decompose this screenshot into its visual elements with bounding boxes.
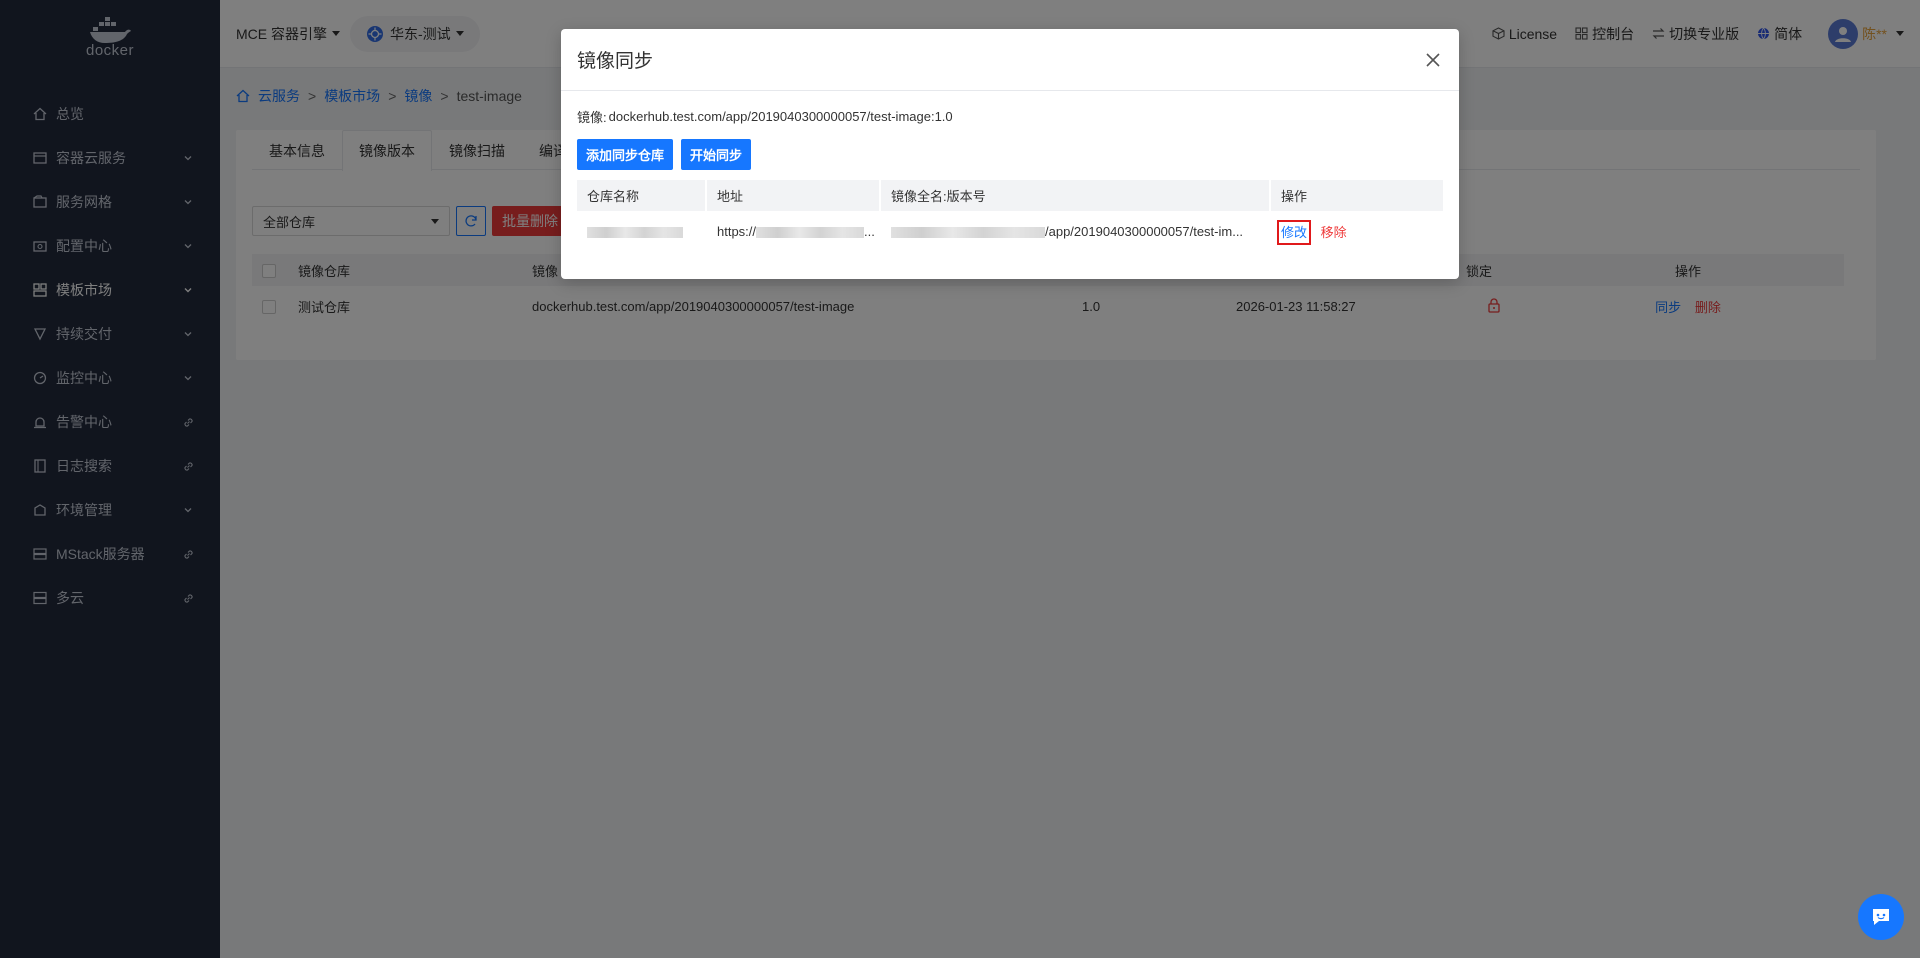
image-label: 镜像: bbox=[577, 109, 607, 125]
start-sync-button[interactable]: 开始同步 bbox=[681, 139, 752, 170]
remove-link[interactable]: 移除 bbox=[1321, 225, 1347, 240]
table-row: https://... /app/2019040300000057/test-i… bbox=[577, 211, 1443, 251]
cell-actions: 修改 移除 bbox=[1271, 211, 1443, 251]
modal-body: 镜像: dockerhub.test.com/app/2019040300000… bbox=[561, 91, 1459, 267]
image-value: dockerhub.test.com/app/2019040300000057/… bbox=[608, 108, 953, 124]
chat-support-button[interactable] bbox=[1858, 894, 1904, 940]
col-header-repo-name: 仓库名称 bbox=[577, 180, 707, 211]
col-header-address: 地址 bbox=[707, 180, 881, 211]
table-header-row: 仓库名称 地址 镜像全名:版本号 操作 bbox=[577, 180, 1443, 211]
close-icon bbox=[1426, 52, 1440, 67]
edit-link[interactable]: 修改 bbox=[1277, 219, 1312, 245]
redacted-text bbox=[587, 226, 683, 238]
cell-repo-name bbox=[577, 211, 707, 251]
address-suffix: ... bbox=[864, 223, 875, 239]
redacted-text bbox=[756, 226, 865, 238]
cell-address: https://... bbox=[707, 211, 881, 251]
col-header-actions: 操作 bbox=[1271, 180, 1443, 211]
image-sync-modal: 镜像同步 镜像: dockerhub.test.com/app/20190403… bbox=[561, 29, 1459, 279]
address-prefix: https:// bbox=[717, 223, 757, 239]
redacted-text bbox=[891, 226, 1045, 238]
cell-fullname: /app/2019040300000057/test-im... bbox=[881, 211, 1271, 251]
sync-repo-table: 仓库名称 地址 镜像全名:版本号 操作 https://... /app/201… bbox=[577, 180, 1443, 251]
modal-title: 镜像同步 bbox=[577, 51, 654, 72]
fullname-suffix: /app/2019040300000057/test-im... bbox=[1045, 223, 1244, 239]
image-info: 镜像: dockerhub.test.com/app/2019040300000… bbox=[577, 107, 1443, 125]
col-header-fullname: 镜像全名:版本号 bbox=[881, 180, 1271, 211]
close-button[interactable] bbox=[1423, 50, 1443, 70]
chat-icon bbox=[1873, 909, 1889, 925]
modal-header: 镜像同步 bbox=[561, 29, 1459, 91]
add-sync-repo-button[interactable]: 添加同步仓库 bbox=[577, 139, 674, 170]
modal-actions: 添加同步仓库 开始同步 bbox=[577, 139, 1443, 170]
